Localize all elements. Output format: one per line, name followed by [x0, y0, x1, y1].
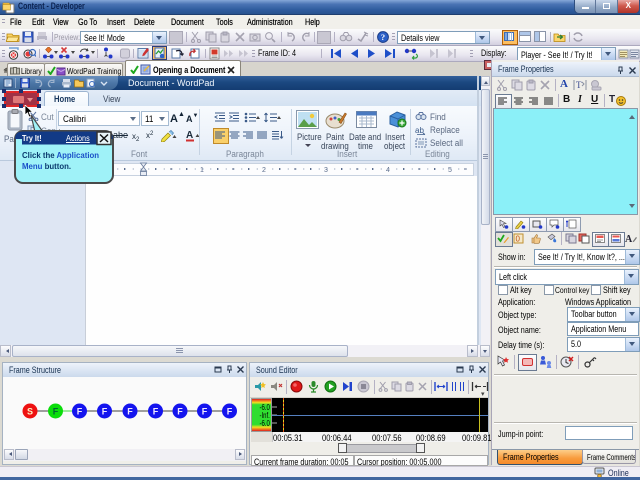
- svg-text:F: F: [53, 407, 59, 417]
- svg-text:F: F: [202, 407, 208, 417]
- svg-text:F: F: [153, 407, 159, 417]
- svg-text:A: A: [186, 130, 193, 141]
- svg-text:F: F: [77, 407, 83, 417]
- svg-text:T: T: [576, 80, 582, 90]
- svg-text:F: F: [127, 407, 133, 417]
- svg-text:4: 4: [386, 167, 390, 174]
- svg-text:3: 3: [324, 167, 328, 174]
- svg-text:F: F: [102, 407, 108, 417]
- svg-text:1: 1: [200, 167, 204, 174]
- svg-text:F: F: [177, 407, 183, 417]
- svg-text:0: 0: [516, 235, 521, 244]
- svg-text:A: A: [625, 234, 633, 244]
- svg-text:ab: ab: [415, 126, 424, 135]
- svg-text:5: 5: [448, 167, 452, 174]
- svg-text:F: F: [227, 407, 233, 417]
- svg-text:?: ?: [381, 32, 385, 42]
- svg-text:S: S: [27, 407, 33, 417]
- svg-text:2: 2: [262, 167, 266, 174]
